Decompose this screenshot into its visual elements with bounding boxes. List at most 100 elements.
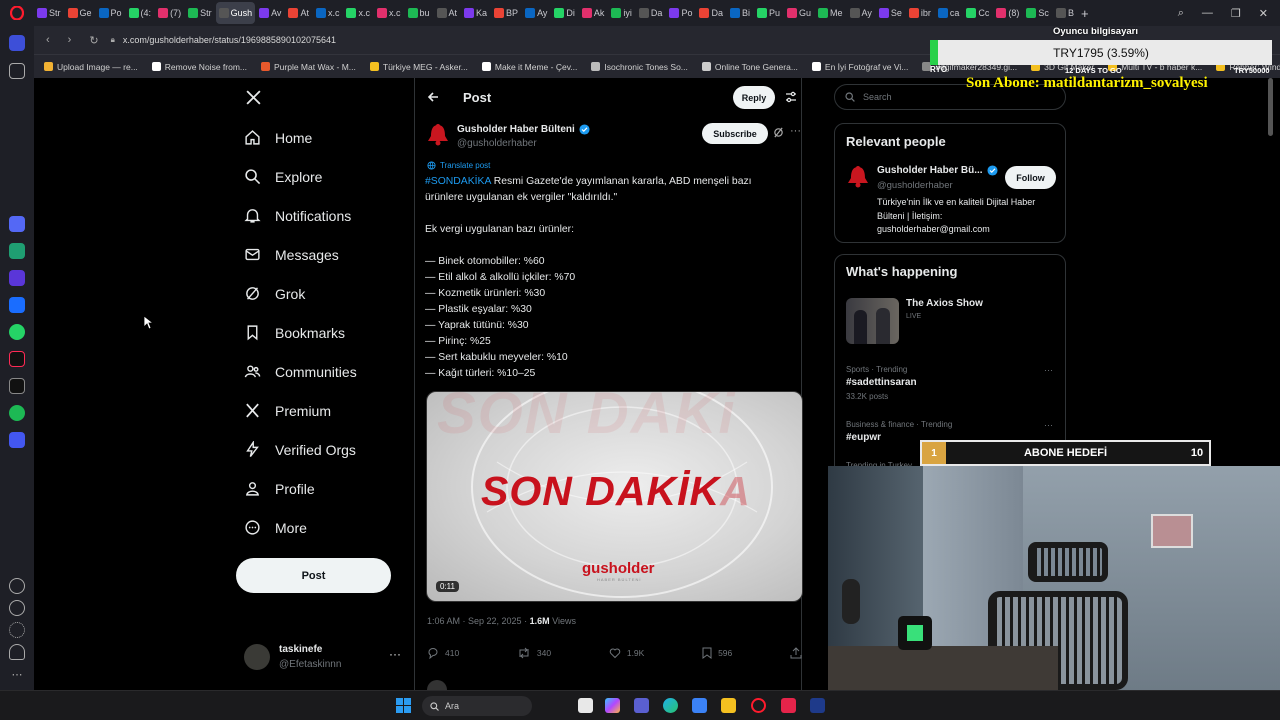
x-logo-icon[interactable]	[245, 89, 262, 106]
share-action[interactable]	[790, 647, 802, 659]
relevant-avatar[interactable]	[845, 164, 871, 190]
spotify-icon[interactable]	[9, 405, 25, 421]
whatsapp-icon[interactable]	[9, 324, 25, 340]
browser-tab[interactable]: Ay	[847, 2, 875, 24]
back-button[interactable]: ‹	[46, 34, 50, 47]
browser-tab[interactable]: Ak	[579, 2, 608, 24]
browser-tab[interactable]: Pu	[754, 2, 783, 24]
browser-tab[interactable]: Str	[185, 2, 215, 24]
browser-tab[interactable]: B	[1053, 2, 1077, 24]
nav-communities[interactable]: Communities	[244, 363, 357, 380]
trend-item[interactable]: Sports · Trending #sadettinsaran 33.2K p…	[846, 365, 917, 401]
messenger-icon[interactable]	[9, 297, 25, 313]
nav-explore[interactable]: Explore	[244, 168, 322, 185]
search-tabs-icon[interactable]: ⌕	[1178, 7, 1184, 20]
browser-tab[interactable]: Po	[96, 2, 125, 24]
bookmark-item[interactable]: Isochronic Tones So...	[591, 62, 688, 72]
author-name-row[interactable]: Gusholder Haber Bülteni	[457, 124, 590, 135]
reply-button[interactable]: Reply	[733, 86, 775, 109]
tiktok-icon[interactable]	[9, 351, 25, 367]
browser-tab[interactable]: Av	[256, 2, 284, 24]
cs-icon[interactable]	[9, 270, 25, 286]
windows-start-icon[interactable]	[396, 698, 411, 713]
follow-button[interactable]: Follow	[1005, 166, 1056, 189]
minimize-button[interactable]: —	[1202, 7, 1213, 20]
x-icon[interactable]	[9, 378, 25, 394]
browser-tab[interactable]: Bi	[727, 2, 753, 24]
nav-home[interactable]: Home	[244, 129, 312, 146]
browser-tab[interactable]: Ay	[522, 2, 550, 24]
settings-icon[interactable]	[9, 622, 25, 638]
browser-tab[interactable]: Po	[666, 2, 695, 24]
task-view-icon[interactable]	[578, 698, 593, 713]
bookmark-item[interactable]: Remove Noise from...	[151, 62, 247, 72]
nav-more[interactable]: More	[244, 519, 307, 536]
close-window-button[interactable]: ✕	[1259, 7, 1268, 20]
more-dots-icon[interactable]: ···	[389, 647, 401, 661]
lightbulb-icon[interactable]	[9, 644, 25, 660]
browser-tab[interactable]: Da	[636, 2, 666, 24]
copilot-icon[interactable]	[605, 698, 620, 713]
page-scrollbar[interactable]	[1268, 78, 1273, 136]
opera-menu-button[interactable]	[0, 0, 34, 26]
browser-tab[interactable]: Ka	[461, 2, 490, 24]
repost-action[interactable]: 340	[517, 647, 551, 659]
player-icon[interactable]	[9, 432, 25, 448]
browser-tab[interactable]: Str	[34, 2, 64, 24]
translate-post-link[interactable]: Translate post	[427, 161, 490, 170]
home-icon[interactable]	[9, 35, 25, 51]
browser-tab[interactable]: BP	[491, 2, 521, 24]
nav-messages[interactable]: Messages	[244, 246, 339, 263]
relevant-name-row[interactable]: Gusholder Haber Bü...	[877, 165, 998, 176]
browser-tab[interactable]: Da	[696, 2, 726, 24]
reply-action[interactable]: 410	[427, 647, 459, 659]
taskbar-search[interactable]: Ara	[422, 696, 532, 716]
browser-tab[interactable]: (4:	[126, 2, 155, 24]
hashtag-link[interactable]: #SONDAKİKA	[425, 176, 491, 187]
store-icon[interactable]	[692, 698, 707, 713]
history-icon[interactable]	[9, 600, 25, 616]
bookmark-item[interactable]: Make it Meme - Çev...	[481, 62, 577, 72]
browser-tab[interactable]: bu	[405, 2, 433, 24]
nav-notifications[interactable]: Notifications	[244, 207, 351, 224]
heart-icon[interactable]	[9, 578, 25, 594]
axios-title[interactable]: The Axios Show	[906, 298, 983, 309]
browser-tab[interactable]: Ge	[65, 2, 95, 24]
axios-thumbnail[interactable]	[846, 298, 899, 344]
url-field[interactable]: x.com/gusholderhaber/status/196988589010…	[123, 35, 336, 45]
nav-verified-orgs[interactable]: Verified Orgs	[244, 441, 356, 458]
video-player[interactable]: SON DAKi SON DAKİKA gusholder HABER BÜLT…	[426, 391, 803, 602]
maximize-button[interactable]: ❐	[1231, 7, 1241, 20]
bookmark-action[interactable]: 596	[702, 647, 732, 659]
browser-tab[interactable]: Gush	[215, 2, 256, 24]
browser-tab[interactable]: Di	[551, 2, 578, 24]
bookmark-item[interactable]: Upload Image — re...	[44, 62, 138, 72]
browser-tab[interactable]: x.c	[313, 2, 343, 24]
grok-explain-icon[interactable]	[773, 127, 784, 138]
bookmark-item[interactable]: Türkiye MEG - Asker...	[369, 62, 468, 72]
l-app-icon[interactable]	[810, 698, 825, 713]
browser-tab[interactable]: Se	[876, 2, 905, 24]
browser-tab[interactable]: (7)	[155, 2, 184, 24]
browser-tab[interactable]: ibr	[906, 2, 934, 24]
teams-icon[interactable]	[634, 698, 649, 713]
browser-tab[interactable]: Me	[815, 2, 846, 24]
more-dots-icon[interactable]: ···	[1044, 365, 1053, 375]
browser-tab[interactable]: (8)	[993, 2, 1022, 24]
subscribe-button[interactable]: Subscribe	[702, 123, 768, 144]
author-avatar[interactable]	[425, 122, 451, 148]
bookmark-item[interactable]: Purple Mat Wax - M...	[261, 62, 356, 72]
browser-tab[interactable]: Sc	[1023, 2, 1052, 24]
browser-tab[interactable]: At	[434, 2, 461, 24]
post-button[interactable]: Post	[236, 558, 391, 593]
wps-icon[interactable]	[781, 698, 796, 713]
forward-button[interactable]: ›	[68, 34, 72, 47]
more-dots-icon[interactable]: ···	[790, 125, 801, 137]
back-arrow-icon[interactable]	[427, 91, 439, 103]
aria-icon[interactable]	[9, 216, 25, 232]
bookmark-item[interactable]: En İyi Fotoğraf ve Vi...	[811, 62, 908, 72]
reload-button[interactable]: ↻	[89, 34, 98, 47]
nav-profile[interactable]: Profile	[244, 480, 315, 497]
browser-tab[interactable]: At	[285, 2, 312, 24]
browser-tab[interactable]: Gu	[784, 2, 814, 24]
